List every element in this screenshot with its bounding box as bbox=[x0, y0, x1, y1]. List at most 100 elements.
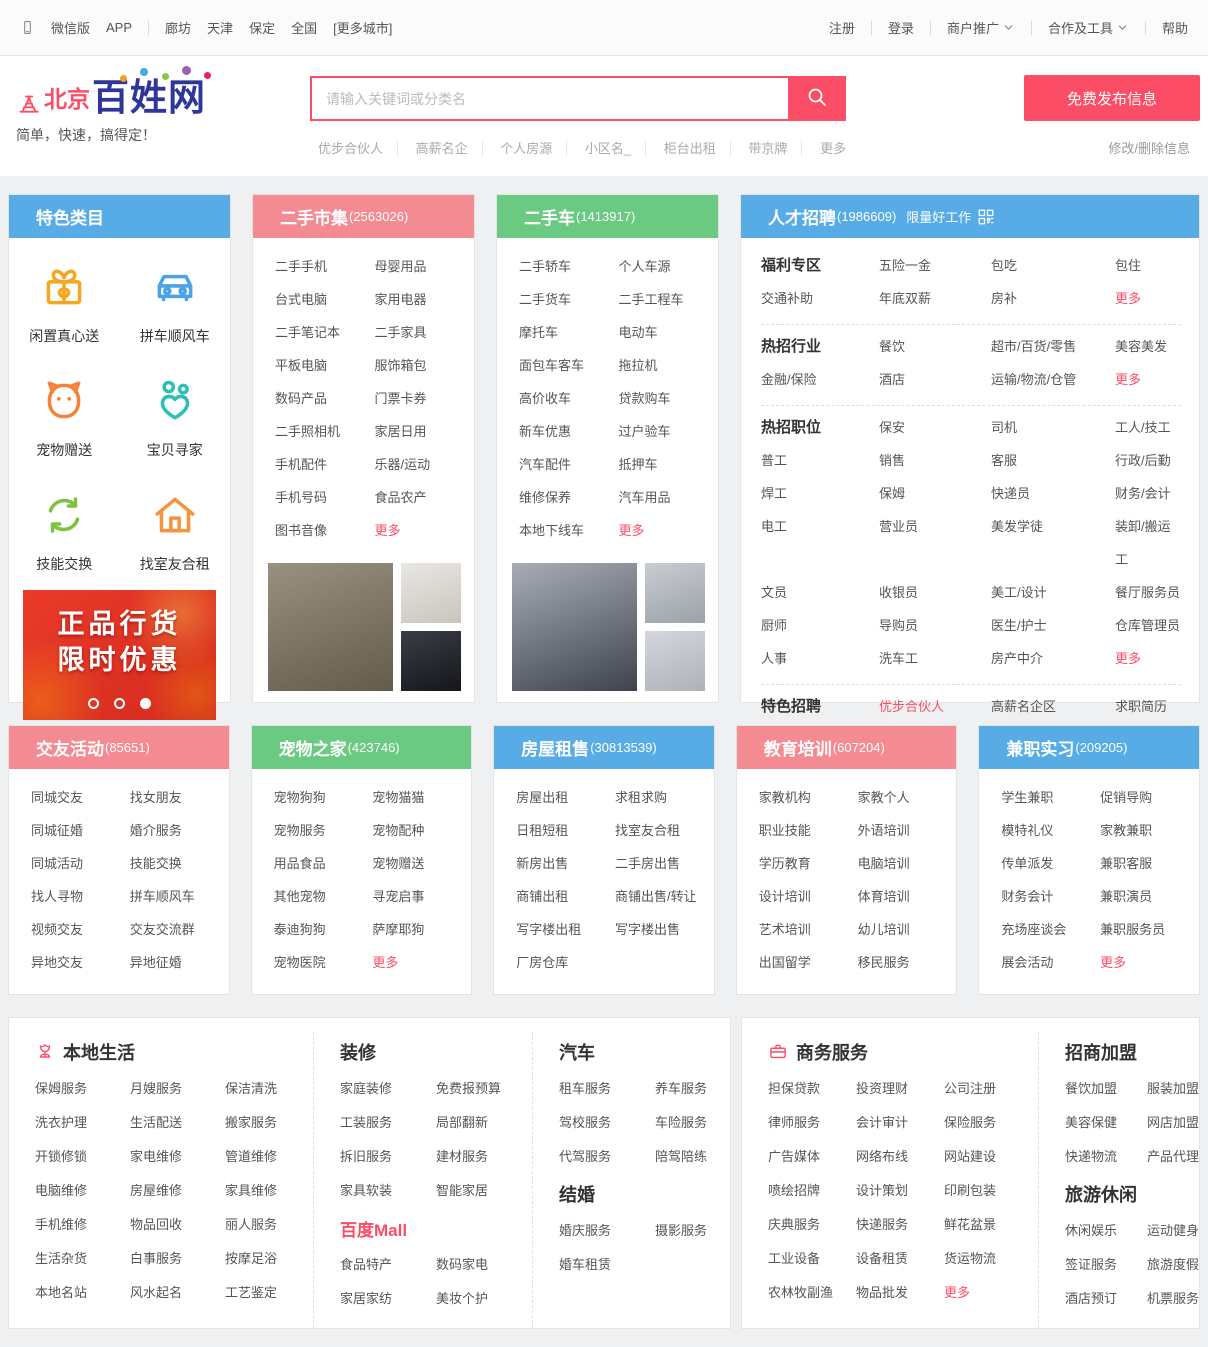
category-link[interactable]: 求租求购 bbox=[615, 781, 714, 814]
section-title[interactable]: 商务服务 bbox=[796, 1039, 868, 1065]
category-link[interactable]: 财务/会计 bbox=[1115, 477, 1181, 510]
category-link[interactable]: 医生/护士 bbox=[991, 609, 1115, 642]
category-link[interactable]: 开锁修锁 bbox=[35, 1140, 130, 1174]
category-link[interactable]: 保险服务 bbox=[944, 1106, 1038, 1140]
category-link[interactable]: 二手笔记本 bbox=[275, 316, 375, 349]
city-link-tianjin[interactable]: 天津 bbox=[207, 18, 233, 37]
category-link[interactable]: 数码产品 bbox=[275, 382, 375, 415]
category-link[interactable]: 学生兼职 bbox=[1001, 781, 1100, 814]
category-link[interactable]: 泰迪狗狗 bbox=[274, 913, 373, 946]
category-link[interactable]: 产品代理 bbox=[1147, 1140, 1199, 1174]
category-link[interactable]: 搬家服务 bbox=[225, 1106, 313, 1140]
category-link[interactable]: 家庭装修 bbox=[340, 1072, 436, 1106]
listing-photo[interactable] bbox=[645, 563, 705, 623]
feature-item[interactable]: 宠物赠送 bbox=[9, 376, 120, 460]
category-link[interactable]: 租车服务 bbox=[559, 1072, 655, 1106]
category-link[interactable]: 美容保健 bbox=[1065, 1106, 1147, 1140]
category-link[interactable]: 家教兼职 bbox=[1100, 814, 1199, 847]
category-link[interactable]: 丽人服务 bbox=[225, 1208, 313, 1242]
category-link[interactable]: 代驾服务 bbox=[559, 1140, 655, 1174]
category-link[interactable]: 家电维修 bbox=[130, 1140, 225, 1174]
category-link[interactable]: 月嫂服务 bbox=[130, 1072, 225, 1106]
category-link[interactable]: 建材服务 bbox=[436, 1140, 532, 1174]
section-title[interactable]: 招商加盟 bbox=[1065, 1039, 1137, 1065]
category-link[interactable]: 幼儿培训 bbox=[858, 913, 957, 946]
section-title[interactable]: 旅游休闲 bbox=[1065, 1181, 1137, 1207]
category-link[interactable]: 五险一金 bbox=[879, 249, 991, 282]
category-link[interactable]: 用品食品 bbox=[274, 847, 373, 880]
category-link[interactable]: 设计培训 bbox=[759, 880, 858, 913]
category-link[interactable]: 风水起名 bbox=[130, 1276, 225, 1310]
category-link[interactable]: 网站建设 bbox=[944, 1140, 1038, 1174]
category-link[interactable]: 休闲娱乐 bbox=[1065, 1214, 1147, 1248]
section-title[interactable]: 百度Mall bbox=[340, 1216, 407, 1241]
category-link[interactable]: 更多 bbox=[1115, 363, 1181, 396]
category-link[interactable]: 本地名站 bbox=[35, 1276, 130, 1310]
category-link[interactable]: 家用电器 bbox=[375, 283, 475, 316]
category-link[interactable]: 维修保养 bbox=[519, 481, 619, 514]
section-title[interactable]: 装修 bbox=[340, 1039, 376, 1065]
category-link[interactable]: 手机维修 bbox=[35, 1208, 130, 1242]
category-link[interactable]: 快递员 bbox=[991, 477, 1115, 510]
category-link[interactable]: 文员 bbox=[761, 576, 879, 609]
section-title[interactable]: 本地生活 bbox=[63, 1039, 135, 1065]
category-link[interactable]: 找室友合租 bbox=[615, 814, 714, 847]
category-link[interactable]: 印刷包装 bbox=[944, 1174, 1038, 1208]
category-link[interactable]: 高价收车 bbox=[519, 382, 619, 415]
category-link[interactable]: 物品批发 bbox=[856, 1276, 944, 1310]
category-link[interactable]: 平板电脑 bbox=[275, 349, 375, 382]
category-link[interactable]: 收银员 bbox=[879, 576, 991, 609]
carousel-dot[interactable] bbox=[88, 698, 99, 709]
hot-word[interactable]: 高薪名企 bbox=[402, 141, 483, 156]
city-link-langfang[interactable]: 廊坊 bbox=[165, 18, 191, 37]
category-link[interactable]: 图书音像 bbox=[275, 514, 375, 547]
category-link[interactable]: 包住 bbox=[1115, 249, 1181, 282]
category-link[interactable]: 律师服务 bbox=[768, 1106, 856, 1140]
category-link[interactable]: 管道维修 bbox=[225, 1140, 313, 1174]
category-link[interactable]: 优步合伙人 bbox=[879, 690, 991, 723]
category-link[interactable]: 外语培训 bbox=[858, 814, 957, 847]
category-link[interactable]: 宠物服务 bbox=[274, 814, 373, 847]
city-link-baoding[interactable]: 保定 bbox=[249, 18, 275, 37]
category-link[interactable]: 交通补助 bbox=[761, 282, 879, 315]
category-link[interactable]: 其他宠物 bbox=[274, 880, 373, 913]
category-link[interactable]: 婚介服务 bbox=[130, 814, 229, 847]
category-link[interactable]: 婚庆服务 bbox=[559, 1214, 655, 1248]
category-link[interactable]: 导购员 bbox=[879, 609, 991, 642]
category-link[interactable]: 工艺鉴定 bbox=[225, 1276, 313, 1310]
category-link[interactable]: 房屋出租 bbox=[516, 781, 615, 814]
category-link[interactable]: 房屋维修 bbox=[130, 1174, 225, 1208]
category-link[interactable]: 客服 bbox=[991, 444, 1115, 477]
category-link[interactable]: 家居家纺 bbox=[340, 1282, 436, 1316]
panel-title[interactable]: 二手市集 bbox=[280, 204, 348, 229]
category-link[interactable]: 更多 bbox=[1100, 946, 1199, 979]
category-link[interactable]: 电动车 bbox=[619, 316, 719, 349]
hot-word[interactable]: 个人房源 bbox=[486, 141, 567, 156]
category-link[interactable]: 新房出售 bbox=[516, 847, 615, 880]
category-link[interactable]: 更多 bbox=[619, 514, 719, 547]
category-link[interactable]: 乐器/运动 bbox=[375, 448, 475, 481]
category-link[interactable]: 模特礼仪 bbox=[1001, 814, 1100, 847]
panel-title[interactable]: 房屋租售 bbox=[521, 735, 589, 760]
category-link[interactable]: 找人寻物 bbox=[31, 880, 130, 913]
category-link[interactable]: 焊工 bbox=[761, 477, 879, 510]
category-link[interactable]: 传单派发 bbox=[1001, 847, 1100, 880]
category-link[interactable]: 电脑维修 bbox=[35, 1174, 130, 1208]
feature-item[interactable]: 找室友合租 bbox=[120, 490, 231, 574]
site-logo[interactable]: 北京 百姓网 简单，快速，搞得定！ bbox=[16, 66, 206, 145]
category-link[interactable]: 房产中介 bbox=[991, 642, 1115, 675]
category-link[interactable]: 食品农产 bbox=[375, 481, 475, 514]
category-link[interactable]: 宠物医院 bbox=[274, 946, 373, 979]
category-link[interactable]: 生活配送 bbox=[130, 1106, 225, 1140]
category-link[interactable]: 拆旧服务 bbox=[340, 1140, 436, 1174]
category-link[interactable]: 展会活动 bbox=[1001, 946, 1100, 979]
category-link[interactable]: 母婴用品 bbox=[375, 250, 475, 283]
carousel-dot[interactable] bbox=[140, 698, 151, 709]
category-link[interactable]: 会计审计 bbox=[856, 1106, 944, 1140]
category-link[interactable]: 萨摩耶狗 bbox=[372, 913, 471, 946]
search-button[interactable] bbox=[788, 76, 846, 121]
hot-word[interactable]: 小区名_ bbox=[571, 141, 646, 156]
category-link[interactable]: 车险服务 bbox=[655, 1106, 730, 1140]
search-input[interactable] bbox=[310, 76, 788, 121]
category-link[interactable]: 设备租赁 bbox=[856, 1242, 944, 1276]
